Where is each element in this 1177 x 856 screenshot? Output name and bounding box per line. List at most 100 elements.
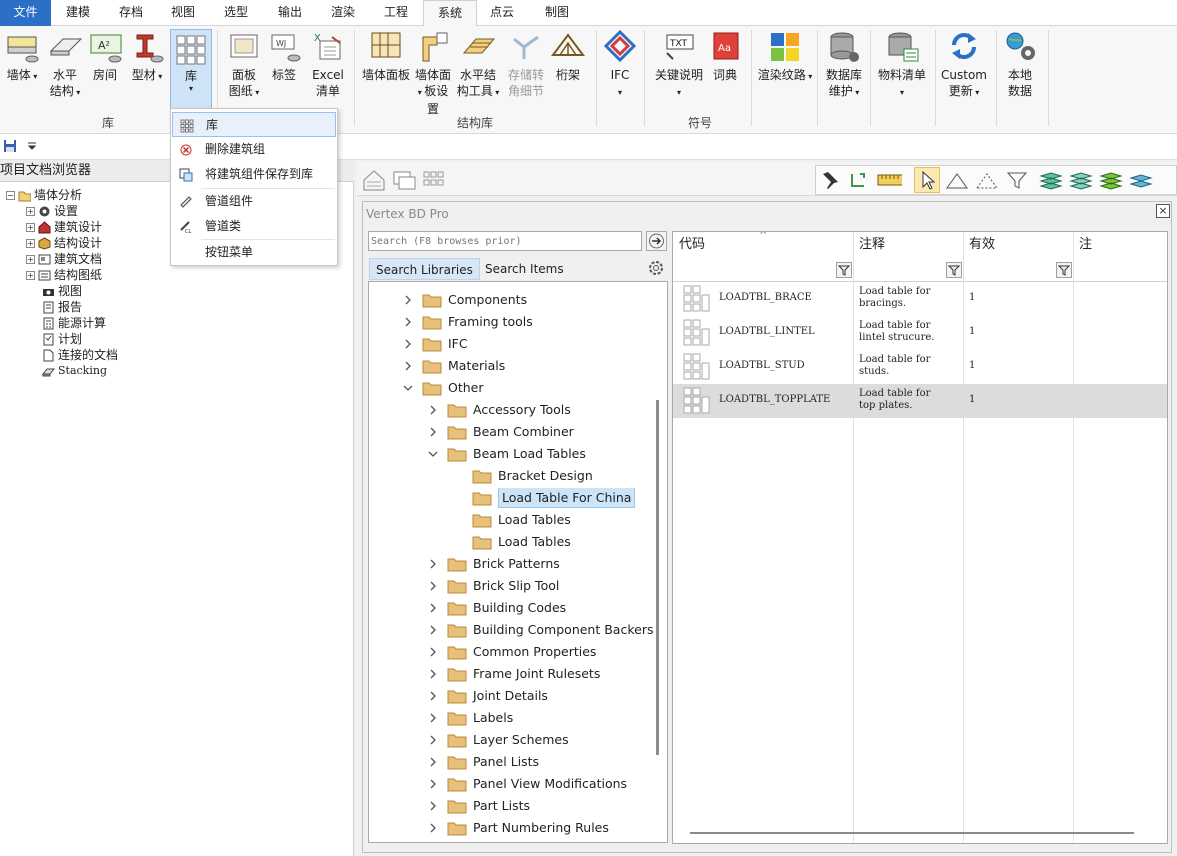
library-folder-row[interactable]: IFC: [369, 334, 655, 354]
chevron-right-icon[interactable]: [428, 603, 438, 613]
library-button[interactable]: 库 ▾: [170, 29, 212, 109]
3d-house-icon[interactable]: [361, 168, 387, 192]
menu-item-save-component-to-library[interactable]: 将建筑组件保存到库: [172, 162, 336, 187]
dotted-triangle-icon[interactable]: [974, 168, 1000, 192]
chevron-right-icon[interactable]: [428, 735, 438, 745]
chevron-right-icon[interactable]: [428, 647, 438, 657]
library-grid-small-icon[interactable]: [421, 168, 447, 192]
room-button[interactable]: A² 房间: [88, 29, 122, 83]
tree-item-linked-docs[interactable]: 连接的文档: [42, 347, 118, 363]
library-folder-row[interactable]: Load Table For China: [369, 488, 655, 508]
chevron-right-icon[interactable]: [428, 823, 438, 833]
library-folder-row[interactable]: Part Numbering Rules: [369, 818, 655, 838]
library-folder-row[interactable]: Building Component Backers: [369, 620, 655, 640]
menu-system[interactable]: 系统: [423, 0, 477, 27]
menu-selection[interactable]: 选型: [213, 0, 259, 26]
menu-item-library[interactable]: 库: [172, 112, 336, 137]
save-icon[interactable]: [3, 139, 17, 153]
floor-structure-tools-button[interactable]: 水平结 构工具 ▾: [455, 29, 501, 101]
menu-item-pipe-classes[interactable]: CL 管道类: [172, 214, 336, 239]
library-folder-row[interactable]: Building Codes: [369, 598, 655, 618]
library-folder-row[interactable]: Brick Patterns: [369, 554, 655, 574]
chevron-right-icon[interactable]: [428, 801, 438, 811]
table-row-selected[interactable]: LOADTBL_TOPPLATE Load table for top plat…: [673, 384, 1167, 418]
tree-item-stacking[interactable]: Stacking: [42, 363, 107, 379]
table-row[interactable]: LOADTBL_LINTEL Load table for lintel str…: [673, 316, 1167, 350]
chevron-right-icon[interactable]: [403, 295, 413, 305]
library-folder-row[interactable]: Bracket Design: [369, 466, 655, 486]
menu-modeling[interactable]: 建模: [55, 0, 101, 26]
filter-icon[interactable]: [1004, 168, 1030, 192]
tree-scrollbar[interactable]: [656, 400, 659, 755]
library-folder-row[interactable]: Beam Combiner: [369, 422, 655, 442]
col-header-remark[interactable]: 注: [1073, 232, 1163, 258]
col-header-note[interactable]: 注释: [853, 232, 963, 258]
library-folder-row[interactable]: Load Tables: [369, 510, 655, 530]
menu-project[interactable]: 工程: [373, 0, 419, 26]
col-header-valid[interactable]: 有效: [963, 232, 1073, 258]
menu-item-pipe-components[interactable]: 管道组件: [172, 189, 336, 214]
library-folder-row[interactable]: Panel Lists: [369, 752, 655, 772]
search-go-button[interactable]: [646, 231, 667, 251]
key-notes-button[interactable]: TXT 关键说明 ▾: [651, 29, 707, 101]
library-folder-row[interactable]: Load Tables: [369, 532, 655, 552]
chevron-right-icon[interactable]: [428, 779, 438, 789]
chevron-right-icon[interactable]: [428, 669, 438, 679]
library-folder-row[interactable]: Frame Joint Rulesets: [369, 664, 655, 684]
custom-update-button[interactable]: Custom 更新 ▾: [938, 29, 990, 101]
chevron-right-icon[interactable]: [403, 317, 413, 327]
excel-list-button[interactable]: X Excel 清单: [308, 29, 348, 99]
triangle-icon[interactable]: [944, 168, 970, 192]
filter-valid-button[interactable]: [1056, 262, 1072, 278]
library-folder-row[interactable]: Labels: [369, 708, 655, 728]
library-folder-row[interactable]: Part Lists: [369, 796, 655, 816]
chevron-down-icon[interactable]: [403, 383, 413, 393]
tree-item-building-docs[interactable]: + 建筑文档: [26, 251, 102, 267]
tab-search-items[interactable]: Search Items: [479, 258, 570, 280]
wall-panel-settings-button[interactable]: 墙体面 ▾ 板设置: [412, 29, 454, 117]
local-data-button[interactable]: 本地 数据: [1000, 29, 1040, 99]
settings-gear-icon[interactable]: [647, 259, 665, 277]
ruler-icon[interactable]: [876, 168, 902, 192]
layers-green-icon[interactable]: [1098, 168, 1124, 192]
store-corner-details-button[interactable]: 存储转 角细节: [503, 29, 549, 99]
ifc-button[interactable]: IFC ▾: [602, 29, 638, 101]
library-folder-row[interactable]: Brick Slip Tool: [369, 576, 655, 596]
tree-item-views[interactable]: 视图: [42, 283, 82, 299]
menu-item-button-menu[interactable]: 按钮菜单: [172, 240, 336, 265]
chevron-right-icon[interactable]: [428, 427, 438, 437]
chevron-right-icon[interactable]: [428, 713, 438, 723]
library-folder-row[interactable]: Other: [369, 378, 655, 398]
filter-code-button[interactable]: [836, 262, 852, 278]
library-folder-row[interactable]: Stacking: [369, 840, 655, 843]
layers-alt-icon[interactable]: [1068, 168, 1094, 192]
table-row[interactable]: LOADTBL_STUD Load table for studs. 1: [673, 350, 1167, 384]
panel-drawings-button[interactable]: 面板 图纸 ▾: [222, 29, 266, 101]
tree-item-wall-analysis[interactable]: − 墙体分析: [6, 187, 82, 203]
bill-of-materials-button[interactable]: 物料清单 ▾: [874, 29, 930, 101]
chevron-right-icon[interactable]: [428, 581, 438, 591]
chevron-right-icon[interactable]: [428, 405, 438, 415]
chevron-down-icon[interactable]: [428, 449, 438, 459]
select-pointer-button[interactable]: [914, 167, 940, 193]
library-search-input[interactable]: [368, 231, 642, 251]
library-folder-row[interactable]: Common Properties: [369, 642, 655, 662]
library-folder-row[interactable]: Materials: [369, 356, 655, 376]
layers-icon[interactable]: [1038, 168, 1064, 192]
tree-item-reports[interactable]: 报告: [42, 299, 82, 315]
labels-button[interactable]: WJ 标签: [268, 29, 301, 83]
table-horizontal-scrollbar[interactable]: [690, 832, 1134, 834]
profile-button[interactable]: 型材 ▾: [127, 29, 167, 85]
pin-icon[interactable]: [818, 168, 844, 192]
chevron-right-icon[interactable]: [428, 691, 438, 701]
library-folder-row[interactable]: Framing tools: [369, 312, 655, 332]
library-folder-row[interactable]: Layer Schemes: [369, 730, 655, 750]
library-folder-row[interactable]: Beam Load Tables: [369, 444, 655, 464]
library-folder-row[interactable]: Components: [369, 290, 655, 310]
chevron-right-icon[interactable]: [403, 339, 413, 349]
rotate-icon[interactable]: [846, 168, 872, 192]
chevron-right-icon[interactable]: [428, 757, 438, 767]
database-maintenance-button[interactable]: 数据库 维护 ▾: [822, 29, 866, 101]
tab-search-libraries[interactable]: Search Libraries: [369, 258, 480, 280]
chevron-right-icon[interactable]: [428, 625, 438, 635]
